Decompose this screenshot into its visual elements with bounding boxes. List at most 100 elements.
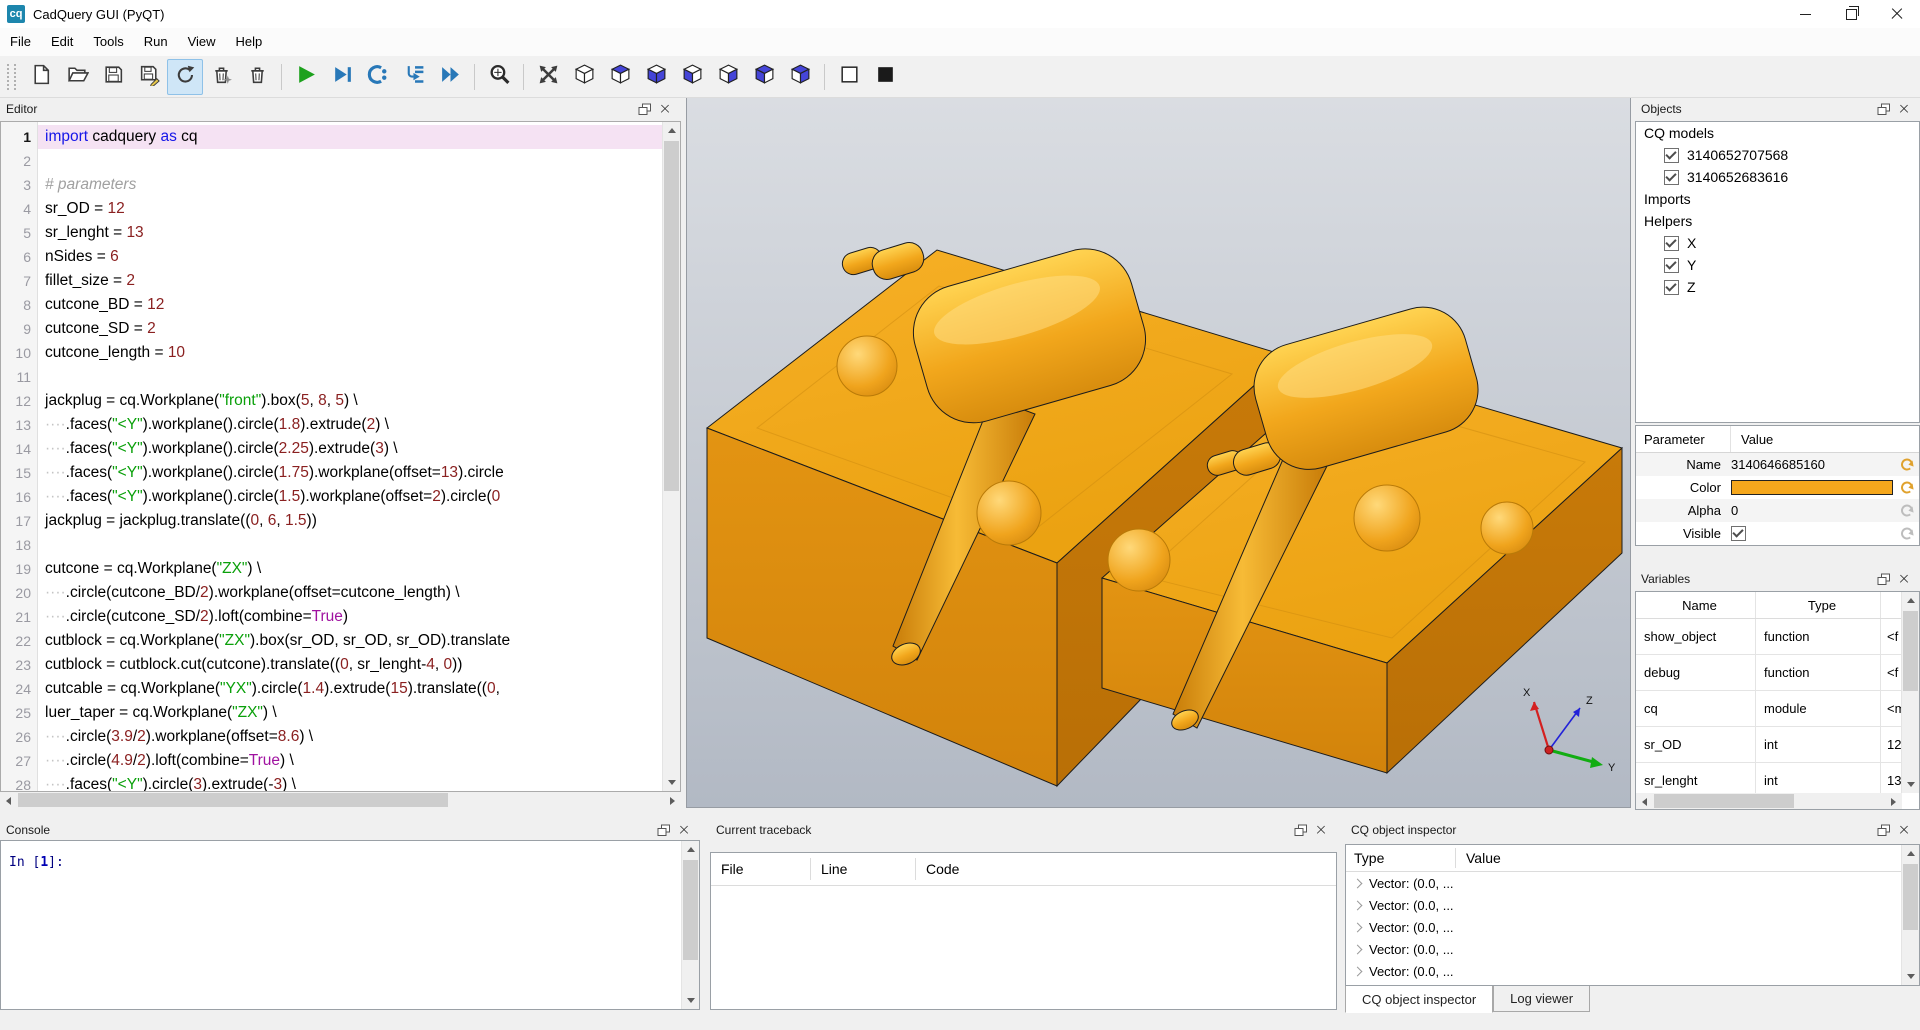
editor-vertical-scrollbar[interactable] [662, 122, 680, 791]
front-view-button[interactable] [674, 59, 710, 95]
editor-code[interactable]: import cadquery as cq# parameterssr_OD =… [38, 122, 662, 791]
inspector-row[interactable]: Vector: (0.0, ... [1346, 916, 1902, 938]
property-value[interactable] [1731, 526, 1895, 541]
back-view-button[interactable] [710, 59, 746, 95]
traceback-table[interactable]: FileLineCode [710, 852, 1337, 1010]
inspector-row[interactable]: Vector: (0.0, ... [1346, 960, 1902, 982]
left-view-button[interactable] [746, 59, 782, 95]
menu-file[interactable]: File [0, 28, 41, 56]
scroll-left-icon[interactable] [1636, 793, 1653, 810]
ipython-console[interactable]: In [1]: [0, 840, 700, 1010]
scroll-down-icon[interactable] [682, 992, 699, 1009]
undo-button[interactable] [1895, 480, 1919, 495]
minimize-button[interactable] [1782, 0, 1828, 28]
tree-item-3140652683616[interactable]: 3140652683616 [1636, 166, 1919, 188]
menu-run[interactable]: Run [134, 28, 178, 56]
shaded-view-button[interactable] [867, 59, 903, 95]
scroll-thumb[interactable] [1903, 611, 1918, 691]
property-value[interactable] [1731, 480, 1895, 495]
tree-item-y[interactable]: Y [1636, 254, 1919, 276]
variables-table[interactable]: Name Type show_objectfunction<fdebugfunc… [1636, 592, 1902, 793]
float-panel-icon[interactable] [1874, 570, 1894, 588]
float-panel-icon[interactable] [1874, 100, 1894, 118]
tree-item-z[interactable]: Z [1636, 276, 1919, 298]
scroll-thumb[interactable] [1654, 794, 1794, 808]
close-panel-icon[interactable] [674, 821, 694, 839]
close-panel-icon[interactable] [1894, 821, 1914, 839]
checkbox[interactable] [1664, 280, 1679, 295]
wireframe-view-button[interactable] [831, 59, 867, 95]
top-view-button[interactable] [602, 59, 638, 95]
checkbox[interactable] [1664, 148, 1679, 163]
step-button[interactable] [360, 59, 396, 95]
property-row-alpha[interactable]: Alpha0 [1636, 499, 1919, 522]
expand-chevron-icon[interactable] [1353, 944, 1363, 954]
menu-help[interactable]: Help [226, 28, 273, 56]
expand-chevron-icon[interactable] [1353, 966, 1363, 976]
close-panel-icon[interactable] [655, 100, 675, 118]
checkbox[interactable] [1664, 258, 1679, 273]
checkbox[interactable] [1664, 236, 1679, 251]
variables-horizontal-scrollbar[interactable] [1636, 793, 1902, 809]
save-as-button[interactable] [131, 59, 167, 95]
variable-row-show_object[interactable]: show_objectfunction<f [1636, 619, 1902, 655]
float-panel-icon[interactable] [1874, 821, 1894, 839]
tab-cq-object-inspector[interactable]: CQ object inspector [1345, 986, 1493, 1013]
tree-item-imports[interactable]: Imports [1636, 188, 1919, 210]
property-row-color[interactable]: Color [1636, 476, 1919, 499]
step-into-button[interactable] [396, 59, 432, 95]
expand-chevron-icon[interactable] [1353, 900, 1363, 910]
console-prompt[interactable]: In [1]: [1, 841, 681, 1009]
iso-view-button[interactable] [566, 59, 602, 95]
console-vertical-scrollbar[interactable] [681, 841, 699, 1009]
open-file-button[interactable] [59, 59, 95, 95]
tree-item-cq-models[interactable]: CQ models [1636, 122, 1919, 144]
inspector-vertical-scrollbar[interactable] [1901, 845, 1919, 985]
maximize-button[interactable] [1828, 0, 1874, 28]
property-value[interactable]: 3140646685160 [1731, 457, 1895, 472]
variable-row-sr_lenght[interactable]: sr_lenghtint13 [1636, 763, 1902, 793]
inspector-table[interactable]: Type Value Vector: (0.0, ...Vector: (0.0… [1346, 845, 1902, 985]
clean-render-button[interactable] [203, 59, 239, 95]
new-file-button[interactable] [23, 59, 59, 95]
debug-button[interactable] [324, 59, 360, 95]
inspector-row[interactable]: Vector: (0.0, ... [1346, 872, 1902, 894]
inspect-cad-button[interactable] [481, 59, 517, 95]
autoreload-button[interactable] [167, 59, 203, 95]
scroll-right-icon[interactable] [1885, 793, 1902, 810]
variable-row-cq[interactable]: cqmodule<m [1636, 691, 1902, 727]
objects-tree[interactable]: CQ models31406527075683140652683616Impor… [1635, 121, 1920, 423]
float-panel-icon[interactable] [654, 821, 674, 839]
tree-item-helpers[interactable]: Helpers [1636, 210, 1919, 232]
float-panel-icon[interactable] [635, 100, 655, 118]
variables-vertical-scrollbar[interactable] [1901, 592, 1919, 793]
menu-tools[interactable]: Tools [83, 28, 133, 56]
expand-chevron-icon[interactable] [1353, 922, 1363, 932]
float-panel-icon[interactable] [1291, 821, 1311, 839]
3d-viewport[interactable]: X Z Y [686, 97, 1631, 808]
scroll-thumb[interactable] [683, 860, 698, 960]
close-panel-icon[interactable] [1311, 821, 1331, 839]
continue-button[interactable] [432, 59, 468, 95]
undo-button[interactable] [1895, 457, 1919, 472]
close-panel-icon[interactable] [1894, 100, 1914, 118]
menu-view[interactable]: View [178, 28, 226, 56]
property-row-visible[interactable]: Visible [1636, 522, 1919, 545]
scroll-left-icon[interactable] [0, 792, 17, 809]
inspector-row[interactable]: Vector: (0.0, ... [1346, 894, 1902, 916]
menu-edit[interactable]: Edit [41, 28, 83, 56]
scroll-down-icon[interactable] [1902, 776, 1919, 793]
scroll-thumb[interactable] [664, 141, 679, 491]
tree-item-x[interactable]: X [1636, 232, 1919, 254]
scroll-thumb[interactable] [1903, 864, 1918, 930]
property-row-name[interactable]: Name3140646685160 [1636, 453, 1919, 476]
scroll-up-icon[interactable] [682, 841, 699, 858]
variable-row-debug[interactable]: debugfunction<f [1636, 655, 1902, 691]
scroll-up-icon[interactable] [1902, 592, 1919, 609]
bottom-view-button[interactable] [638, 59, 674, 95]
code-editor[interactable]: 1234567891011121314151617181920212223242… [0, 121, 681, 792]
fit-view-button[interactable] [530, 59, 566, 95]
tree-item-3140652707568[interactable]: 3140652707568 [1636, 144, 1919, 166]
clear-all-button[interactable] [239, 59, 275, 95]
expand-chevron-icon[interactable] [1353, 878, 1363, 888]
